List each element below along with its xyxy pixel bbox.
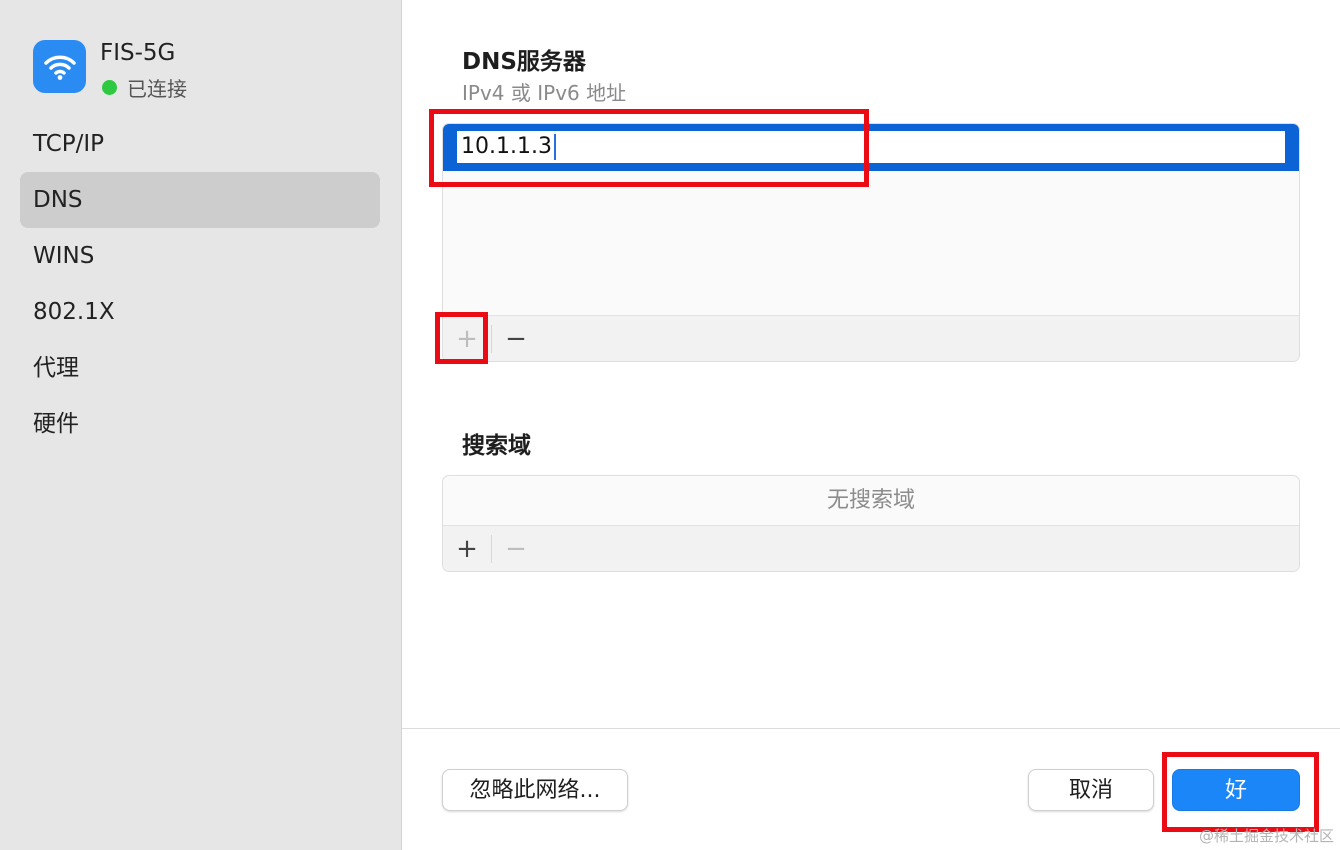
- main-panel: DNS服务器 IPv4 或 IPv6 地址 10.1.1.3 + − 搜索域 无…: [402, 0, 1340, 850]
- dns-server-input[interactable]: 10.1.1.3: [457, 131, 1285, 163]
- sidebar-item-dns[interactable]: DNS: [20, 172, 380, 228]
- search-domain-empty-label: 无搜索域: [826, 488, 915, 513]
- network-name: FIS-5G: [100, 40, 176, 66]
- sidebar-item-hardware[interactable]: 硬件: [20, 396, 380, 452]
- dns-list-toolbar: + −: [443, 315, 1299, 361]
- sidebar-nav: TCP/IP DNS WINS 802.1X 代理 硬件: [20, 116, 380, 452]
- dns-server-list: 10.1.1.3 + −: [442, 123, 1300, 362]
- network-status: 已连接: [102, 73, 187, 102]
- text-caret: [553, 134, 556, 160]
- sidebar-item-wins[interactable]: WINS: [20, 228, 380, 284]
- search-domain-add-button[interactable]: +: [443, 526, 491, 572]
- search-domain-list: 无搜索域 + −: [442, 475, 1300, 572]
- ok-button[interactable]: 好: [1172, 769, 1300, 811]
- watermark: @稀土掘金技术社区: [1198, 827, 1334, 845]
- search-domain-toolbar: + −: [443, 525, 1299, 571]
- forget-network-button[interactable]: 忽略此网络...: [442, 769, 628, 811]
- dns-section-subtitle: IPv4 或 IPv6 地址: [462, 81, 627, 105]
- network-status-label: 已连接: [127, 77, 187, 101]
- sidebar-item-8021x[interactable]: 802.1X: [20, 284, 380, 340]
- search-domain-remove-button[interactable]: −: [492, 526, 540, 572]
- dns-remove-button[interactable]: −: [492, 316, 540, 362]
- network-header: FIS-5G 已连接: [33, 40, 373, 102]
- dns-add-button[interactable]: +: [443, 316, 491, 362]
- search-domain-title: 搜索域: [462, 433, 531, 459]
- footer-divider: [402, 728, 1340, 729]
- wifi-icon: [33, 40, 86, 93]
- dns-section-title: DNS服务器: [462, 49, 586, 75]
- sidebar-item-proxy[interactable]: 代理: [20, 340, 380, 396]
- cancel-button[interactable]: 取消: [1028, 769, 1154, 811]
- sidebar: FIS-5G 已连接 TCP/IP DNS WINS 802.1X 代理 硬件: [0, 0, 402, 850]
- dns-server-row-selected[interactable]: 10.1.1.3: [443, 124, 1299, 171]
- connected-status-icon: [102, 80, 117, 95]
- dns-server-value: 10.1.1.3: [461, 134, 552, 159]
- sidebar-item-tcpip[interactable]: TCP/IP: [20, 116, 380, 172]
